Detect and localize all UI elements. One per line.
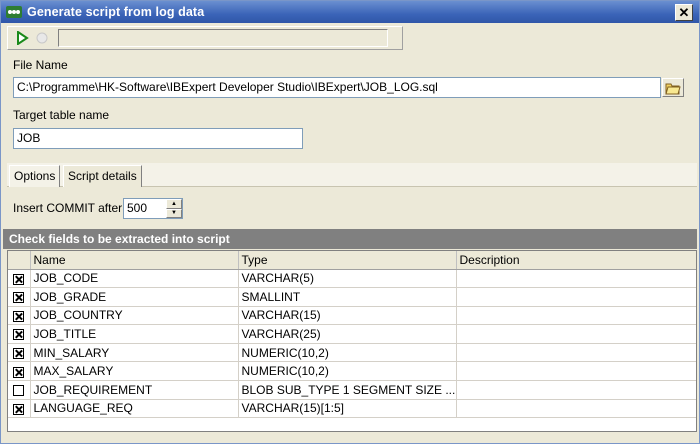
fields-grid: Name Type Description JOB_CODE VARCHAR(5)…: [7, 250, 697, 432]
checkbox-unchecked[interactable]: [13, 385, 25, 397]
commit-spinner[interactable]: 500 ▲ ▼: [123, 198, 183, 219]
title-bar: Generate script from log data ✕: [1, 1, 699, 23]
stop-button[interactable]: [32, 28, 52, 48]
cell-name[interactable]: MAX_SALARY: [30, 361, 239, 382]
column-header-check: [8, 251, 31, 270]
cell-type[interactable]: VARCHAR(25): [238, 324, 457, 344]
tab-script-details[interactable]: Script details: [63, 165, 142, 187]
window-title: Generate script from log data: [27, 5, 205, 19]
commit-value[interactable]: 500: [124, 199, 166, 218]
table-row[interactable]: MAX_SALARY NUMERIC(10,2): [8, 361, 696, 382]
app-icon: [6, 6, 22, 18]
arrow-down-icon: ▼: [171, 210, 177, 217]
fields-table: Name Type Description JOB_CODE VARCHAR(5)…: [8, 251, 696, 419]
cell-type[interactable]: VARCHAR(5): [238, 269, 457, 289]
cell-name[interactable]: JOB_COUNTRY: [30, 306, 239, 326]
cell-description[interactable]: [456, 380, 696, 400]
column-header-name[interactable]: Name: [30, 251, 239, 270]
cell-description[interactable]: [456, 361, 696, 382]
checkbox-checked[interactable]: [13, 329, 25, 341]
cell-description[interactable]: [456, 287, 696, 307]
cell-name[interactable]: MIN_SALARY: [30, 343, 239, 363]
tab-bar: Options Script details: [7, 163, 697, 187]
close-icon: ✕: [678, 4, 690, 20]
file-name-label: File Name: [13, 58, 68, 72]
run-icon: [17, 31, 29, 45]
cell-description[interactable]: [456, 399, 696, 419]
cell-name[interactable]: LANGUAGE_REQ: [30, 399, 239, 419]
table-row[interactable]: JOB_COUNTRY VARCHAR(15): [8, 306, 696, 326]
cell-name[interactable]: JOB_TITLE: [30, 324, 239, 344]
cell-type[interactable]: VARCHAR(15)[1:5]: [238, 399, 457, 419]
run-button[interactable]: [12, 28, 32, 48]
checkbox-checked[interactable]: [13, 366, 25, 378]
table-header-row: Name Type Description: [8, 251, 696, 270]
cell-name[interactable]: JOB_GRADE: [30, 287, 239, 307]
stop-icon: [36, 32, 48, 44]
grid-title: Check fields to be extracted into script: [3, 229, 697, 249]
spinner-arrows: ▲ ▼: [166, 199, 182, 218]
column-header-type[interactable]: Type: [238, 251, 457, 270]
row-checkbox-cell[interactable]: [8, 306, 31, 326]
cell-description[interactable]: [456, 269, 696, 289]
cell-name[interactable]: JOB_CODE: [30, 269, 239, 289]
table-row[interactable]: JOB_CODE VARCHAR(5): [8, 269, 696, 289]
checkbox-checked[interactable]: [13, 348, 25, 359]
target-table-input[interactable]: JOB: [13, 128, 303, 149]
spin-up-button[interactable]: ▲: [166, 199, 182, 209]
table-row[interactable]: JOB_GRADE SMALLINT: [8, 287, 696, 307]
cell-description[interactable]: [456, 306, 696, 326]
cell-type[interactable]: SMALLINT: [238, 287, 457, 307]
column-header-description[interactable]: Description: [456, 251, 696, 270]
row-checkbox-cell[interactable]: [8, 287, 31, 307]
checkbox-checked[interactable]: [13, 403, 25, 415]
commit-label: Insert COMMIT after: [13, 201, 123, 215]
target-table-label: Target table name: [13, 108, 110, 122]
close-button[interactable]: ✕: [675, 3, 693, 21]
tab-options[interactable]: Options: [9, 165, 61, 187]
spin-down-button[interactable]: ▼: [166, 208, 182, 218]
row-checkbox-cell[interactable]: [8, 324, 31, 344]
arrow-up-icon: ▲: [171, 200, 177, 207]
row-checkbox-cell[interactable]: [8, 269, 31, 289]
table-row[interactable]: JOB_TITLE VARCHAR(25): [8, 324, 696, 344]
cell-type[interactable]: NUMERIC(10,2): [238, 361, 457, 382]
table-body: JOB_CODE VARCHAR(5) JOB_GRADE SMALLINT JOB_C…: [8, 269, 696, 419]
cell-type[interactable]: NUMERIC(10,2): [238, 343, 457, 363]
cell-type[interactable]: BLOB SUB_TYPE 1 SEGMENT SIZE ...: [238, 380, 457, 400]
checkbox-checked[interactable]: [13, 310, 25, 322]
row-checkbox-cell[interactable]: [8, 361, 31, 382]
table-row[interactable]: LANGUAGE_REQ VARCHAR(15)[1:5]: [8, 399, 696, 419]
file-name-input[interactable]: C:\Programme\HK-Software\IBExpert Develo…: [13, 77, 661, 98]
cell-type[interactable]: VARCHAR(15): [238, 306, 457, 326]
table-row[interactable]: MIN_SALARY NUMERIC(10,2): [8, 343, 696, 363]
cell-description[interactable]: [456, 343, 696, 363]
row-checkbox-cell[interactable]: [8, 380, 31, 400]
folder-icon: [665, 83, 681, 94]
table-row[interactable]: JOB_REQUIREMENT BLOB SUB_TYPE 1 SEGMENT S…: [8, 380, 696, 400]
row-checkbox-cell[interactable]: [8, 399, 31, 419]
checkbox-checked[interactable]: [13, 292, 25, 304]
browse-button[interactable]: [662, 78, 684, 97]
progress-bar: [58, 29, 388, 47]
toolbar: [7, 26, 403, 50]
cell-description[interactable]: [456, 324, 696, 344]
dialog-window: Generate script from log data ✕ File Nam…: [0, 0, 700, 444]
cell-name[interactable]: JOB_REQUIREMENT: [30, 380, 239, 400]
row-checkbox-cell[interactable]: [8, 343, 31, 363]
checkbox-checked[interactable]: [13, 273, 25, 285]
